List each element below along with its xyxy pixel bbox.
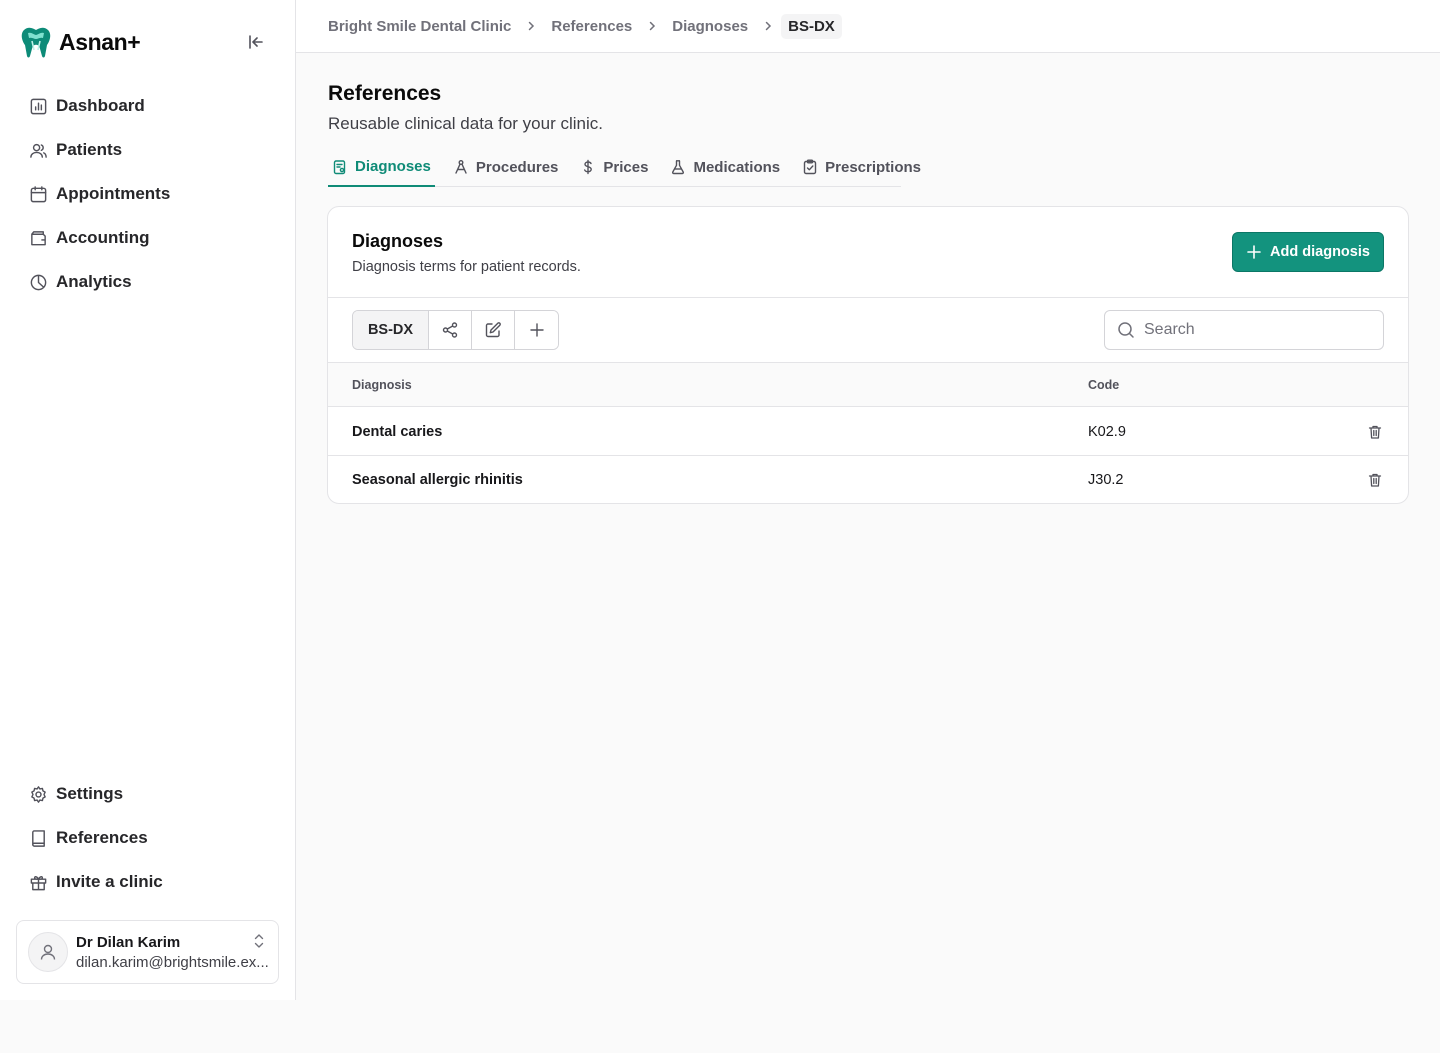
tab-label: Prescriptions xyxy=(825,158,922,176)
sidebar: Asnan+ Dashboard Patients Appointments A… xyxy=(0,0,296,1000)
sidebar-item-label: References xyxy=(56,828,148,847)
collapse-left-icon xyxy=(249,35,263,49)
collapse-sidebar-button[interactable] xyxy=(244,30,268,54)
page-title: References xyxy=(328,82,442,105)
sidebar-item-label: Dashboard xyxy=(56,96,145,115)
sidebar-item-patients[interactable]: Patients xyxy=(16,128,280,172)
book-icon xyxy=(28,828,48,848)
page-subtitle: Reusable clinical data for your clinic. xyxy=(328,114,603,133)
sidebar-item-references[interactable]: References xyxy=(16,816,280,860)
edit-button[interactable] xyxy=(472,311,515,349)
sidebar-item-label: Appointments xyxy=(56,184,171,203)
gift-icon xyxy=(28,872,48,892)
reference-tabs: Diagnoses Procedures Prices Medications … xyxy=(328,148,921,187)
sidebar-item-accounting[interactable]: Accounting xyxy=(16,216,280,260)
tab-label: Prices xyxy=(603,158,649,176)
user-icon xyxy=(40,944,56,960)
set-button-group: BS-DX xyxy=(352,310,559,350)
tab-prices[interactable]: Prices xyxy=(576,148,652,186)
tab-procedures[interactable]: Procedures xyxy=(449,148,563,186)
plus-icon xyxy=(529,323,544,337)
wallet-icon xyxy=(28,228,48,248)
sidebar-item-label: Analytics xyxy=(56,272,132,291)
table-header: Diagnosis Code xyxy=(328,363,1408,407)
tab-medications[interactable]: Medications xyxy=(666,148,784,186)
search-icon xyxy=(1118,322,1134,338)
tooth-logo-icon xyxy=(21,27,51,58)
add-diagnosis-label: Add diagnosis xyxy=(1270,244,1370,260)
main-nav: Dashboard Patients Appointments Accounti… xyxy=(16,84,280,304)
card-subtitle: Diagnosis terms for patient records. xyxy=(352,259,581,275)
share-icon xyxy=(442,322,458,338)
users-icon xyxy=(28,140,48,160)
delete-row-button[interactable] xyxy=(1366,471,1384,489)
add-set-button[interactable] xyxy=(515,311,558,349)
logo[interactable]: Asnan+ xyxy=(18,24,141,60)
add-diagnosis-button[interactable]: Add diagnosis xyxy=(1232,232,1384,272)
dashboard-icon xyxy=(28,96,48,116)
sidebar-item-label: Accounting xyxy=(56,228,150,247)
tab-diagnoses[interactable]: Diagnoses xyxy=(328,148,435,187)
calendar-icon xyxy=(28,184,48,204)
diagnoses-card: Diagnoses Diagnosis terms for patient re… xyxy=(327,206,1409,504)
edit-icon xyxy=(485,322,501,338)
chevron-right-icon xyxy=(511,20,551,32)
card-title: Diagnoses xyxy=(352,231,444,251)
user-name: Dr Dilan Karim xyxy=(76,934,181,951)
user-email: dilan.karim@brightsmile.ex... xyxy=(76,954,269,971)
table-row[interactable]: Dental caries K02.9 xyxy=(328,408,1408,456)
card-toolbar: BS-DX xyxy=(328,297,1408,363)
app-name: Asnan+ xyxy=(59,28,141,55)
chevron-right-icon xyxy=(632,20,672,32)
trash-icon xyxy=(1368,425,1382,439)
set-selector-button[interactable]: BS-DX xyxy=(353,311,429,349)
delete-row-button[interactable] xyxy=(1366,423,1384,441)
dollar-icon xyxy=(580,159,596,175)
tab-label: Diagnoses xyxy=(355,158,431,175)
breadcrumb-diagnoses[interactable]: Diagnoses xyxy=(672,18,748,35)
flask-icon xyxy=(670,159,686,175)
share-button[interactable] xyxy=(429,311,472,349)
sidebar-item-settings[interactable]: Settings xyxy=(16,772,280,816)
sidebar-item-label: Patients xyxy=(56,140,123,159)
sidebar-item-label: Invite a clinic xyxy=(56,872,163,891)
user-menu[interactable]: Dr Dilan Karim dilan.karim@brightsmile.e… xyxy=(16,920,279,984)
pie-chart-icon xyxy=(28,272,48,292)
diagnosis-name: Seasonal allergic rhinitis xyxy=(352,472,523,488)
gear-icon xyxy=(28,784,48,804)
plus-icon xyxy=(1246,244,1262,260)
column-header-diagnosis: Diagnosis xyxy=(352,378,412,392)
top-bar: Bright Smile Dental Clinic References Di… xyxy=(296,0,1440,53)
clipboard-check-icon xyxy=(802,159,818,175)
tab-label: Medications xyxy=(693,158,781,176)
tab-prescriptions[interactable]: Prescriptions xyxy=(798,148,925,186)
sidebar-item-analytics[interactable]: Analytics xyxy=(16,260,280,304)
secondary-nav: Settings References Invite a clinic xyxy=(16,772,280,904)
column-header-code: Code xyxy=(1088,378,1120,392)
diagnosis-name: Dental caries xyxy=(352,424,443,440)
breadcrumb-clinic[interactable]: Bright Smile Dental Clinic xyxy=(328,18,511,35)
diagnosis-code: K02.9 xyxy=(1088,424,1126,440)
table-row[interactable]: Seasonal allergic rhinitis J30.2 xyxy=(328,456,1408,503)
procedure-icon xyxy=(453,159,469,175)
breadcrumb-references[interactable]: References xyxy=(551,18,632,35)
search-field[interactable] xyxy=(1104,310,1384,350)
clipboard-list-icon xyxy=(332,159,348,175)
tab-label: Procedures xyxy=(475,158,559,176)
breadcrumb-current: BS-DX xyxy=(781,13,842,39)
trash-icon xyxy=(1368,473,1382,487)
sidebar-item-label: Settings xyxy=(56,784,124,803)
diagnosis-code: J30.2 xyxy=(1088,472,1124,488)
search-input[interactable] xyxy=(1144,321,1364,339)
chevron-up-down-icon xyxy=(254,934,264,948)
sidebar-item-dashboard[interactable]: Dashboard xyxy=(16,84,280,128)
breadcrumb: Bright Smile Dental Clinic References Di… xyxy=(328,12,842,40)
sidebar-item-invite[interactable]: Invite a clinic xyxy=(16,860,280,904)
avatar xyxy=(28,932,68,972)
sidebar-item-appointments[interactable]: Appointments xyxy=(16,172,280,216)
